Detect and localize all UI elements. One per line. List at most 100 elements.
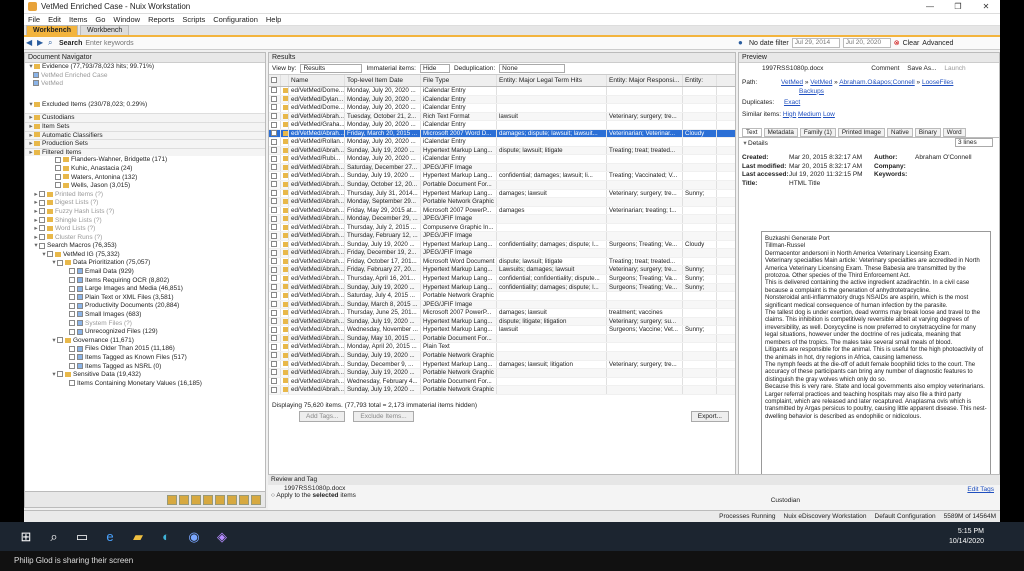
sensitive-item[interactable]: Items Containing Monetary Values (16,185… — [25, 380, 265, 389]
dp-item[interactable]: Plain Text or XML Files (3,581) — [25, 294, 265, 303]
row-checkbox[interactable] — [269, 326, 281, 334]
similar-low[interactable]: Low — [823, 111, 835, 118]
table-row[interactable]: ed/VetMed/Abrah... Sunday, July 19, 2020 … — [269, 369, 735, 378]
governance-node[interactable]: ▾ Governance (11,671) — [25, 337, 265, 346]
exclude-items-button[interactable]: Exclude Items... — [353, 411, 414, 423]
table-row[interactable]: ed/VetMed/Abrah... Friday, March 20, 2015… — [269, 129, 735, 139]
table-row[interactable]: ed/VetMed/Rubi... Monday, July 20, 2020 .… — [269, 155, 735, 164]
dp-item[interactable]: Email Data (929) — [25, 268, 265, 277]
table-row[interactable]: ed/VetMed/Abrah... Sunday, July 19, 2020 … — [269, 283, 735, 293]
toolbar-icon-4[interactable] — [203, 495, 213, 505]
row-checkbox[interactable] — [269, 87, 281, 95]
table-row[interactable]: ed/VetMed/Abrah... Sunday, May 10, 2015 .… — [269, 334, 735, 344]
row-checkbox[interactable] — [269, 172, 281, 181]
dp-item[interactable]: Unrecognized Files (129) — [25, 328, 265, 337]
row-checkbox[interactable] — [269, 351, 281, 360]
evidence-node[interactable]: ▾ Evidence (77,793/78,023 hits; 99.71%) — [25, 63, 265, 72]
forward-icon[interactable]: ▶ — [37, 39, 45, 47]
view-by-select[interactable]: Results — [300, 64, 363, 73]
excluded-items-node[interactable]: ▾ Excluded Items (230/78,023; 0.29%) — [25, 101, 265, 110]
menu-file[interactable]: File — [28, 15, 40, 24]
advanced-button[interactable]: Advanced — [922, 40, 953, 47]
col-legal[interactable]: Entity: Major Legal Term Hits — [497, 75, 607, 86]
duplicates-exact[interactable]: Exact — [784, 99, 800, 106]
menu-window[interactable]: Window — [113, 15, 140, 24]
path-link-1[interactable]: VetMed — [781, 79, 803, 86]
similar-medium[interactable]: Medium — [798, 111, 821, 118]
list-node[interactable]: ▸ Shingle Lists (?) — [25, 217, 265, 226]
filter-icon[interactable] — [239, 495, 249, 505]
data-prioritization-node[interactable]: ▾ Data Prioritization (75,057) — [25, 259, 265, 268]
menu-configuration[interactable]: Configuration — [213, 15, 258, 24]
table-row[interactable]: ed/VetMed/Abrah... Sunday, July 19, 2020 … — [269, 172, 735, 182]
windows-start-icon[interactable]: ⊞ — [12, 522, 40, 551]
table-row[interactable]: ed/VetMed/Abrah... Thursday, February 12,… — [269, 232, 735, 241]
row-checkbox[interactable] — [269, 112, 281, 121]
path-link-2[interactable]: VetMed — [810, 79, 832, 86]
row-checkbox[interactable] — [269, 317, 281, 326]
col-responsive[interactable]: Entity: Major Responsi... — [607, 75, 683, 86]
row-checkbox[interactable] — [269, 334, 281, 343]
table-row[interactable]: ed/VetMed/Abrah... Sunday, July 19, 2020 … — [269, 351, 735, 361]
row-checkbox[interactable] — [269, 266, 281, 275]
table-row[interactable]: ed/VetMed/Abrah... Saturday, December 27.… — [269, 163, 735, 173]
preview-tab-2[interactable]: Family (1) — [799, 127, 836, 137]
gov-item[interactable]: Items Tagged as Known Files (517) — [25, 354, 265, 363]
row-checkbox[interactable] — [269, 138, 281, 146]
row-checkbox[interactable] — [269, 198, 281, 206]
row-checkbox[interactable] — [269, 232, 281, 240]
table-row[interactable]: ed/VetMed/Abrah... Sunday, July 19, 2020 … — [269, 146, 735, 156]
dp-item[interactable]: System Files (?) — [25, 320, 265, 329]
col-entity[interactable]: Entity: — [683, 75, 717, 86]
dp-item[interactable]: Productivity Documents (20,884) — [25, 302, 265, 311]
section-1[interactable]: ▸ Item Sets — [25, 121, 265, 131]
edit-tags-link[interactable]: Edit Tags — [964, 486, 994, 493]
menu-items[interactable]: Items — [69, 15, 87, 24]
row-checkbox[interactable] — [269, 129, 281, 138]
table-row[interactable]: ed/VetMed/Abrah... Sunday, March 8, 2015 … — [269, 300, 735, 310]
table-row[interactable]: ed/VetMed/Dylan... Monday, July 20, 2020 … — [269, 95, 735, 105]
list-node[interactable]: ▸ Digest Lists (?) — [25, 199, 265, 208]
table-row[interactable]: ed/VetMed/Abrah... Monday, December 29, .… — [269, 215, 735, 224]
list-node[interactable]: ▸ Printed Items (?) — [25, 191, 265, 200]
evidence-case[interactable]: VetMed Enriched Case — [25, 72, 265, 81]
preview-tab-6[interactable]: Word — [942, 127, 966, 137]
row-checkbox[interactable] — [269, 343, 281, 351]
row-checkbox[interactable] — [269, 257, 281, 266]
processes-running[interactable]: Processes Running — [719, 513, 775, 520]
table-row[interactable]: ed/VetMed/Abrah... Tuesday, October 21, 2… — [269, 112, 735, 122]
row-checkbox[interactable] — [269, 369, 281, 377]
row-checkbox[interactable] — [269, 155, 281, 163]
table-row[interactable]: ed/VetMed/Abrah... Saturday, July 4, 2015… — [269, 292, 735, 301]
search-macros-node[interactable]: ▾ Search Macros (76,353) — [25, 242, 265, 251]
toolbar-icon-2[interactable] — [179, 495, 189, 505]
table-row[interactable]: ed/VetMed/Dome... Monday, July 20, 2020 .… — [269, 104, 735, 113]
filtered-item[interactable]: Waters, Antonina (132) — [25, 174, 265, 183]
row-checkbox[interactable] — [269, 240, 281, 249]
preview-tab-3[interactable]: Printed Image — [837, 127, 886, 137]
list-node[interactable]: ▸ Fuzzy Hash Lists (?) — [25, 208, 265, 217]
row-checkbox[interactable] — [269, 163, 281, 172]
add-tags-button[interactable]: Add Tags... — [299, 411, 346, 423]
ie-browser-icon[interactable]: e — [96, 522, 124, 551]
clear-icon[interactable]: ⊗ — [894, 39, 900, 47]
table-row[interactable]: ed/VetMed/Abrah... Thursday, July 2, 2015… — [269, 223, 735, 233]
similar-high[interactable]: High — [783, 111, 796, 118]
row-checkbox[interactable] — [269, 377, 281, 386]
row-checkbox[interactable] — [269, 283, 281, 292]
sensitive-data-node[interactable]: ▾ Sensitive Data (19,432) — [25, 371, 265, 380]
row-checkbox[interactable] — [269, 360, 281, 369]
preview-tab-5[interactable]: Binary — [914, 127, 941, 137]
col-name[interactable]: Name — [289, 75, 345, 86]
list-node[interactable]: ▸ Cluster Runs (?) — [25, 234, 265, 243]
dp-item[interactable]: Large Images and Media (46,851) — [25, 285, 265, 294]
row-checkbox[interactable] — [269, 95, 281, 104]
row-checkbox[interactable] — [269, 223, 281, 232]
preview-tab-4[interactable]: Native — [887, 127, 913, 137]
menu-scripts[interactable]: Scripts — [182, 15, 205, 24]
row-checkbox[interactable] — [269, 386, 281, 394]
toolbar-icon-5[interactable] — [215, 495, 225, 505]
table-row[interactable]: ed/VetMed/Abrah... Friday, October 17, 20… — [269, 257, 735, 267]
menu-edit[interactable]: Edit — [48, 15, 61, 24]
search-icon[interactable]: ⌕ — [40, 522, 68, 551]
